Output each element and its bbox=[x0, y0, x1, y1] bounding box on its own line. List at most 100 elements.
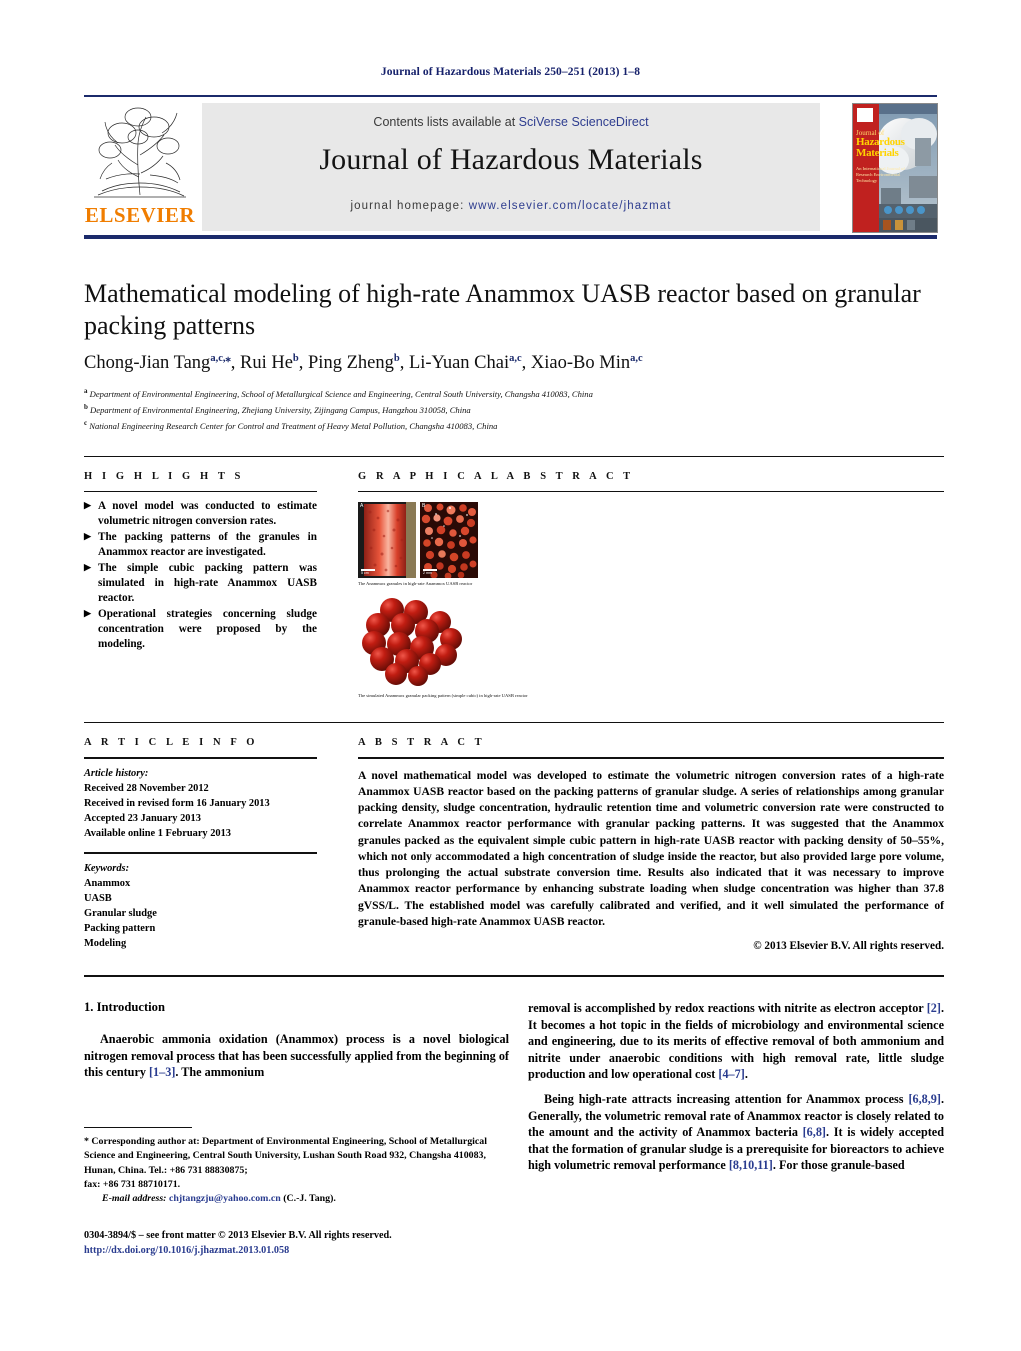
abstract-band-rule bbox=[84, 722, 944, 723]
panel-b-label: B bbox=[422, 503, 426, 509]
keyword-lines: Anammox UASB Granular sludge Packing patter… bbox=[84, 876, 317, 951]
citation-link[interactable]: [8,10,11] bbox=[729, 1158, 773, 1172]
bullet-arrow-icon: ▶ bbox=[84, 531, 91, 541]
article-history-lines: Received 28 November 2012 Received in rev… bbox=[84, 781, 317, 841]
keyword-item: Anammox bbox=[84, 877, 131, 889]
cover-title-text: Journal of Hazardous Materials bbox=[856, 130, 920, 159]
body-right-column: removal is accomplished by redox reactio… bbox=[528, 1000, 944, 1182]
article-info-column: A R T I C L E I N F O Article history: R… bbox=[84, 737, 317, 951]
highlight-item: ▶ Operational strategies concerning sludg… bbox=[84, 607, 317, 652]
author-name: Xiao-Bo Min bbox=[530, 353, 631, 374]
cover-elsevier-mark bbox=[857, 108, 873, 122]
masthead-top-rule bbox=[84, 95, 937, 97]
highlight-text: The simple cubic packing pattern was sim… bbox=[98, 562, 317, 604]
imprint-line: 0304-3894/$ – see front matter © 2013 El… bbox=[84, 1230, 392, 1241]
affiliation-item: b Department of Environmental Engineerin… bbox=[84, 402, 471, 415]
keyword-item: Modeling bbox=[84, 937, 127, 949]
elsevier-wordmark: ELSEVIER bbox=[84, 203, 196, 227]
article-info-heading: A R T I C L E I N F O bbox=[84, 737, 259, 748]
contents-band: Contents lists available at SciVerse Sci… bbox=[202, 103, 820, 231]
panel-a-label: A bbox=[360, 503, 364, 509]
keyword-item: Granular sludge bbox=[84, 907, 157, 919]
bullet-arrow-icon: ▶ bbox=[84, 500, 91, 510]
author-name: Rui He bbox=[239, 353, 293, 374]
body-left-column: 1. Introduction Anaerobic ammonia oxidat… bbox=[84, 1000, 509, 1089]
article-history-block: Article history: Received 28 November 20… bbox=[84, 766, 317, 841]
citation-link[interactable]: [1–3] bbox=[149, 1065, 175, 1079]
email-suffix: (C.-J. Tang). bbox=[283, 1192, 336, 1204]
bullet-arrow-icon: ▶ bbox=[84, 562, 91, 572]
highlights-column: H I G H L I G H T S ▶ A novel model was c… bbox=[84, 471, 317, 653]
email-address-link[interactable]: chjtangzju@yahoo.com.cn bbox=[169, 1193, 281, 1204]
affiliation-item: c National Engineering Research Center f… bbox=[84, 418, 498, 431]
granule-photo-reactor: A 5 cm bbox=[358, 502, 416, 578]
journal-cover-thumbnail: Journal of Hazardous Materials An Intern… bbox=[852, 103, 938, 233]
body-band-rule bbox=[84, 975, 944, 977]
granule-photo-closeup: B 2 mm bbox=[420, 502, 478, 578]
footnote-block: * Corresponding author at: Department of… bbox=[84, 1127, 509, 1206]
homepage-prefix: journal homepage: bbox=[350, 200, 469, 212]
article-info-rule bbox=[84, 757, 317, 759]
journal-masthead: ELSEVIER Contents lists available at Sci… bbox=[84, 95, 938, 239]
keyword-item: UASB bbox=[84, 892, 112, 904]
graphical-abstract-figures: A 5 cm B 2 mm The Anammox granules in hi… bbox=[358, 502, 944, 699]
citation-link[interactable]: [2] bbox=[927, 1001, 941, 1015]
keywords-label: Keywords: bbox=[84, 862, 130, 874]
bullet-arrow-icon: ▶ bbox=[84, 608, 91, 618]
cover-subtitle: An International Journal of Research Env… bbox=[856, 166, 905, 183]
article-history-item: Accepted 23 January 2013 bbox=[84, 812, 201, 824]
elsevier-tree-icon bbox=[88, 103, 192, 201]
email-label: E-mail address: bbox=[102, 1192, 167, 1204]
body-paragraph: Anaerobic ammonia oxidation (Anammox) pr… bbox=[84, 1032, 509, 1080]
masthead-bottom-rule bbox=[84, 235, 937, 239]
sphere-packing-diagram bbox=[358, 597, 490, 690]
author-name: Chong-Jian Tang bbox=[84, 353, 211, 374]
abstract-heading: A B S T R A C T bbox=[358, 737, 486, 748]
body-paragraph: Being high-rate attracts increasing atte… bbox=[528, 1091, 944, 1173]
body-left-paragraphs: Anaerobic ammonia oxidation (Anammox) pr… bbox=[84, 1031, 509, 1081]
sciencedirect-link[interactable]: SciVerse ScienceDirect bbox=[519, 115, 649, 129]
running-head: Journal of Hazardous Materials 250–251 (… bbox=[380, 66, 641, 78]
elsevier-logo: ELSEVIER bbox=[84, 103, 196, 231]
doi-link[interactable]: http://dx.doi.org/10.1016/j.jhazmat.2013… bbox=[84, 1243, 584, 1258]
fax-note: fax: +86 731 88710171. bbox=[84, 1178, 181, 1190]
article-history-item: Available online 1 February 2013 bbox=[84, 827, 232, 839]
author-affiliation-marker: b bbox=[292, 353, 299, 364]
granule-photo-pair: A 5 cm B 2 mm bbox=[358, 502, 478, 578]
author-name: Li-Yuan Chai bbox=[408, 353, 510, 374]
page-title: Mathematical modeling of high-rate Anamm… bbox=[84, 279, 921, 340]
email-note: E-mail address: chjtangzju@yahoo.com.cn … bbox=[84, 1192, 509, 1206]
highlights-heading: H I G H L I G H T S bbox=[84, 471, 244, 482]
citation-link[interactable]: [6,8,9] bbox=[908, 1092, 941, 1106]
abstract-rule bbox=[358, 757, 944, 759]
figure2-caption: The simulated Anammox granular packing p… bbox=[358, 692, 528, 698]
contents-available-line: Contents lists available at SciVerse Sci… bbox=[202, 115, 820, 129]
highlights-rule bbox=[84, 491, 317, 492]
author-name: Ping Zheng bbox=[308, 353, 394, 374]
panel-b-scalebar: 2 mm bbox=[423, 569, 441, 575]
body-right-paragraphs: removal is accomplished by redox reactio… bbox=[528, 1000, 944, 1174]
keyword-item: Packing pattern bbox=[84, 922, 156, 934]
highlight-item: ▶ The packing patterns of the granules in… bbox=[84, 530, 317, 560]
imprint-block: 0304-3894/$ – see front matter © 2013 El… bbox=[84, 1228, 584, 1259]
author-affiliation-marker: a,c bbox=[630, 353, 643, 364]
figure1-caption: The Anammox granules in high-rate Anammo… bbox=[358, 581, 473, 586]
citation-link[interactable]: [4–7] bbox=[718, 1067, 744, 1081]
author-affiliation-marker: a,c,⁎ bbox=[210, 353, 231, 364]
contents-prefix: Contents lists available at bbox=[373, 115, 519, 129]
abstract-copyright: © 2013 Elsevier B.V. All rights reserved… bbox=[753, 939, 944, 952]
article-history-label: Article history: bbox=[84, 767, 149, 779]
highlight-item: ▶ The simple cubic packing pattern was si… bbox=[84, 561, 317, 606]
highlight-item: ▶ A novel model was conducted to estimate… bbox=[84, 499, 317, 529]
graphical-abstract-heading: G R A P H I C A L A B S T R A C T bbox=[358, 471, 634, 482]
highlight-text: A novel model was conducted to estimate … bbox=[98, 500, 317, 527]
section-heading-introduction: 1. Introduction bbox=[84, 1000, 165, 1014]
footnote-rule bbox=[84, 1127, 192, 1129]
highlight-text: The packing patterns of the granules in … bbox=[98, 531, 317, 558]
article-info-separator bbox=[84, 851, 317, 854]
homepage-url[interactable]: www.elsevier.com/locate/jhazmat bbox=[469, 200, 672, 212]
citation-link[interactable]: [6,8] bbox=[803, 1125, 826, 1139]
author-list: Chong-Jian Tanga,c,⁎, Rui Heb, Ping Zhen… bbox=[84, 353, 643, 374]
affiliation-list: a Department of Environmental Engineerin… bbox=[84, 386, 944, 433]
graphical-abstract-column: G R A P H I C A L A B S T R A C T A 5 cm… bbox=[358, 471, 944, 699]
